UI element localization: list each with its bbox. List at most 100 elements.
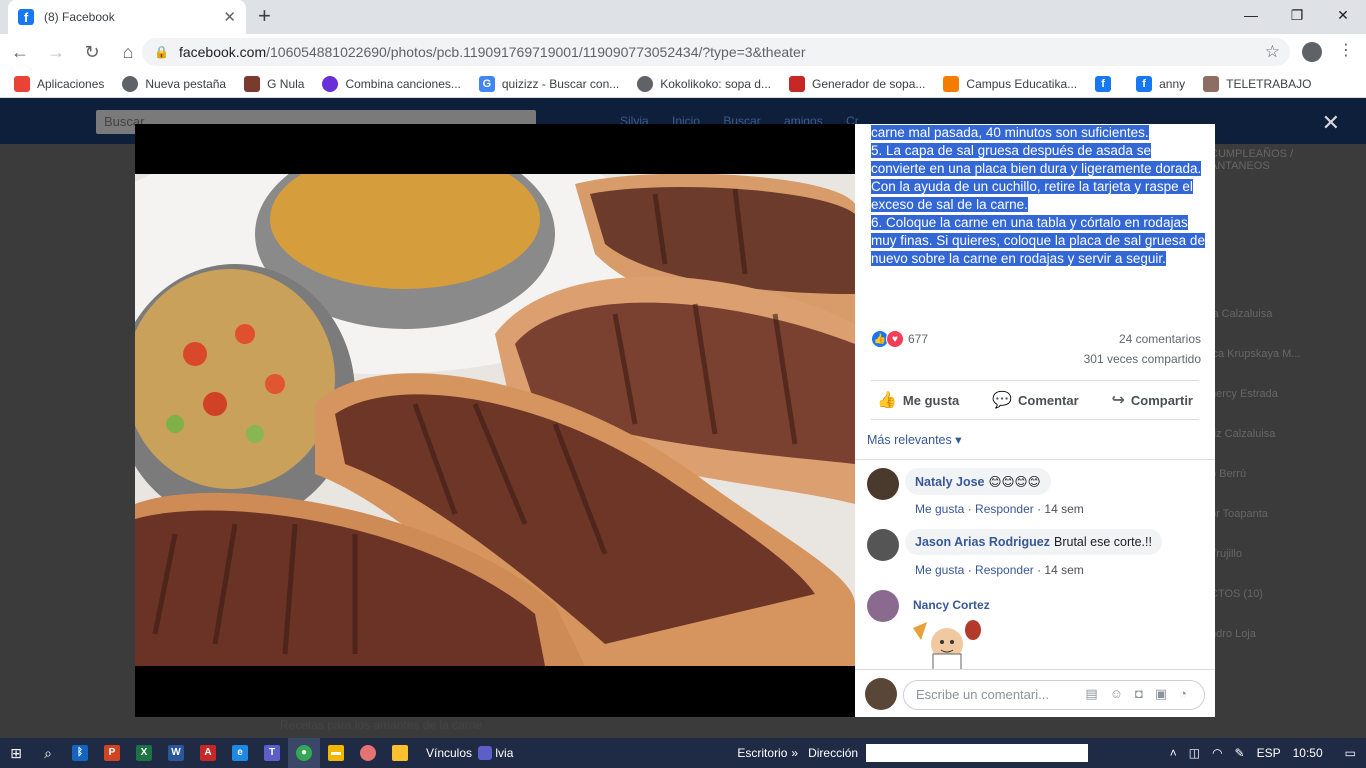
bookmark-item[interactable]: Combina canciones... bbox=[322, 75, 461, 92]
bookmark-item[interactable]: Kokolikoko: sopa d... bbox=[637, 75, 771, 92]
notifications-icon[interactable]: ▭ bbox=[1345, 746, 1356, 760]
bookmark-item[interactable]: Gquizizz - Buscar con... bbox=[478, 75, 619, 92]
comment-author[interactable]: Nataly Jose bbox=[915, 475, 984, 489]
gif-icon[interactable]: ▣ bbox=[1155, 686, 1179, 701]
share-button[interactable]: ↪ Compartir bbox=[1111, 390, 1193, 410]
like-button[interactable]: 👍 Me gusta bbox=[877, 390, 959, 410]
comment-reply-link[interactable]: Responder bbox=[975, 502, 1034, 516]
comment-time[interactable]: 14 sem bbox=[1044, 502, 1083, 516]
close-window-button[interactable]: ✕ bbox=[1320, 0, 1366, 30]
comment-composer: Escribe un comentari... ▤☺◘▣◔ bbox=[855, 669, 1215, 717]
avatar[interactable] bbox=[865, 678, 897, 710]
escritorio-toolbar[interactable]: Escritorio bbox=[737, 746, 787, 760]
comments-count[interactable]: 24 comentarios bbox=[1119, 332, 1201, 346]
minimize-button[interactable]: — bbox=[1228, 0, 1274, 30]
comment-sort-dropdown[interactable]: Más relevantes ▾ bbox=[867, 432, 962, 447]
comment-author[interactable]: Jason Arias Rodriguez bbox=[915, 535, 1050, 549]
restore-button[interactable]: ❐ bbox=[1274, 0, 1320, 30]
post-description: carne mal pasada, 40 minutos son suficie… bbox=[871, 124, 1207, 268]
avatar[interactable] bbox=[867, 529, 899, 561]
vinculos-toolbar[interactable]: Vínculos bbox=[426, 746, 472, 760]
composer-icons: ▤☺◘▣◔ bbox=[1085, 680, 1199, 708]
powerpoint-icon[interactable]: P bbox=[96, 738, 128, 768]
site-favicon-icon bbox=[322, 75, 339, 92]
share-arrow-icon: ↪ bbox=[1111, 392, 1125, 409]
emoji-icon[interactable]: ☺ bbox=[1110, 686, 1135, 701]
bookmark-item[interactable]: Generador de sopa... bbox=[788, 75, 925, 92]
post-actions: 👍 Me gusta 💬 Comentar ↪ Compartir bbox=[871, 380, 1199, 420]
sidebar-item: Trujillo bbox=[1210, 548, 1242, 560]
reaction-count[interactable]: 677 bbox=[908, 332, 928, 346]
sticker-face-icon[interactable]: ◔ bbox=[1179, 686, 1199, 701]
network-icon[interactable]: ◫ bbox=[1189, 746, 1200, 760]
facebook-favicon-icon: f bbox=[18, 9, 34, 25]
comment-time[interactable]: 14 sem bbox=[1044, 563, 1083, 577]
post-description-text: carne mal pasada, 40 minutos son suficie… bbox=[871, 125, 1205, 266]
bookmark-item[interactable]: G Nula bbox=[244, 75, 304, 92]
lock-icon: 🔒 bbox=[154, 45, 169, 59]
back-icon[interactable]: ← bbox=[4, 42, 36, 63]
comment-reply-link[interactable]: Responder bbox=[975, 563, 1034, 577]
bookmark-item[interactable]: f anny bbox=[1136, 75, 1185, 92]
bookmark-star-icon[interactable]: ☆ bbox=[1265, 42, 1280, 62]
chrome-icon[interactable]: ● bbox=[288, 738, 320, 768]
language-indicator[interactable]: ESP bbox=[1257, 746, 1281, 760]
forward-icon[interactable]: → bbox=[40, 42, 72, 63]
comment-author[interactable]: Nancy Cortez bbox=[913, 598, 990, 612]
sidebar-item: ia Calzaluisa bbox=[1210, 308, 1273, 320]
bookmarks-bar: Aplicaciones Nueva pestaña G Nula Combin… bbox=[0, 70, 1366, 98]
sidebar-item bbox=[1210, 268, 1350, 308]
bookmark-item[interactable]: Nueva pestaña bbox=[122, 75, 226, 92]
bookmark-apps[interactable]: Aplicaciones bbox=[14, 75, 104, 92]
bookmark-item[interactable]: f bbox=[1095, 75, 1118, 92]
theater-close-icon[interactable]: ✕ bbox=[1322, 110, 1340, 136]
address-toolbar-input[interactable] bbox=[866, 744, 1089, 762]
teams-user[interactable]: lvia bbox=[478, 746, 513, 761]
avatar[interactable] bbox=[867, 590, 899, 622]
site-favicon-icon bbox=[788, 75, 805, 92]
reload-icon[interactable]: ↻ bbox=[76, 42, 108, 63]
browser-tab[interactable]: f (8) Facebook ✕ bbox=[8, 0, 246, 34]
clock[interactable]: 10:50 bbox=[1293, 746, 1323, 760]
chevron-icon[interactable]: » bbox=[791, 746, 798, 760]
show-hidden-icon[interactable]: ˄ bbox=[1170, 746, 1177, 760]
comment-meta: Me gusta · Responder · 14 sem bbox=[915, 502, 1084, 516]
sticker-icon[interactable]: ▤ bbox=[1085, 686, 1109, 701]
camera-icon[interactable]: ◘ bbox=[1135, 686, 1155, 701]
acrobat-icon[interactable]: A bbox=[192, 738, 224, 768]
bookmark-item[interactable]: TELETRABAJO bbox=[1203, 75, 1312, 92]
search-icon[interactable]: ⌕ bbox=[32, 738, 64, 768]
comment-like-link[interactable]: Me gusta bbox=[915, 563, 964, 577]
app-icon[interactable] bbox=[384, 738, 416, 768]
bluetooth-icon[interactable]: ᛒ bbox=[64, 738, 96, 768]
wifi-icon[interactable]: ◠ bbox=[1212, 746, 1222, 760]
bookmark-item[interactable]: Campus Educatika... bbox=[943, 75, 1077, 92]
new-tab-button[interactable]: + bbox=[258, 4, 271, 28]
excel-icon[interactable]: X bbox=[128, 738, 160, 768]
apps-grid-icon bbox=[14, 75, 30, 92]
tab-close-icon[interactable]: ✕ bbox=[223, 8, 236, 26]
comment-button[interactable]: 💬 Comentar bbox=[992, 390, 1079, 410]
address-bar[interactable]: 🔒 facebook.com/106054881022690/photos/pc… bbox=[142, 38, 1290, 66]
love-reaction-icon[interactable]: ♥ bbox=[886, 330, 904, 348]
thumbs-up-icon: 👍 bbox=[877, 392, 897, 409]
teams-icon[interactable]: T bbox=[256, 738, 288, 768]
sidebar-item: nercy Estrada bbox=[1210, 388, 1278, 400]
chrome-menu-icon[interactable]: ⋮ bbox=[1338, 40, 1354, 60]
site-favicon-icon bbox=[244, 75, 261, 92]
chef-sticker-icon bbox=[913, 620, 981, 670]
pen-icon[interactable]: ✎ bbox=[1235, 746, 1245, 760]
account-avatar-icon[interactable] bbox=[1302, 42, 1322, 62]
home-icon[interactable]: ⌂ bbox=[112, 42, 144, 63]
avatar[interactable] bbox=[867, 468, 899, 500]
windows-start-icon[interactable]: ⊞ bbox=[0, 738, 32, 768]
site-favicon-icon bbox=[943, 75, 960, 92]
edge-icon[interactable]: e bbox=[224, 738, 256, 768]
photo-viewer[interactable] bbox=[135, 124, 855, 717]
word-icon[interactable]: W bbox=[160, 738, 192, 768]
comment-like-link[interactable]: Me gusta bbox=[915, 502, 964, 516]
file-explorer-icon[interactable]: ▬ bbox=[320, 738, 352, 768]
paint-icon[interactable] bbox=[352, 738, 384, 768]
shares-count[interactable]: 301 veces compartido bbox=[1084, 352, 1201, 366]
comment-text: Brutal ese corte.!! bbox=[1054, 535, 1152, 549]
